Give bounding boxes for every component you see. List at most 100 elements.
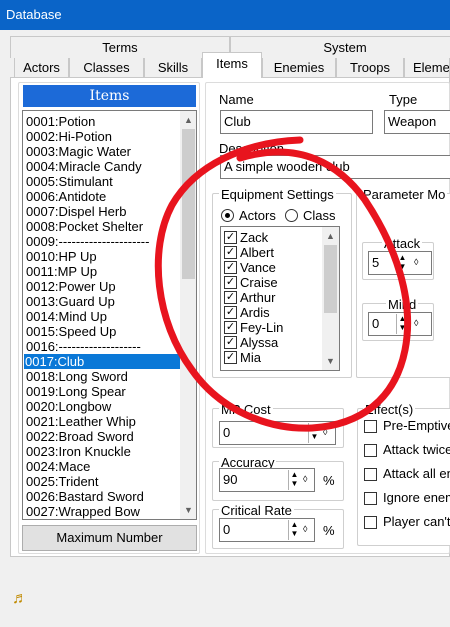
- items-scrollbar[interactable]: ▲ ▼: [180, 111, 196, 519]
- tab-actors[interactable]: Actors: [14, 56, 69, 78]
- list-item[interactable]: 0026:Bastard Sword: [26, 489, 144, 504]
- description-label: Description: [219, 141, 285, 156]
- tab-enemies[interactable]: Enemies: [262, 56, 336, 78]
- items-listbox[interactable]: 0001:Potion 0002:Hi-Potion 0003:Magic Wate…: [22, 110, 197, 520]
- radio-class[interactable]: [285, 209, 298, 222]
- actor-checkbox[interactable]: ✓: [224, 351, 237, 364]
- list-item[interactable]: 0021:Leather Whip: [26, 414, 136, 429]
- mind-spin-icon[interactable]: ▲ ▼: [396, 314, 408, 334]
- list-item[interactable]: 0004:Miracle Candy: [26, 159, 142, 174]
- description-input[interactable]: A simple wooden club: [220, 155, 450, 179]
- list-item[interactable]: 0015:Speed Up: [26, 324, 116, 339]
- actors-scroll-thumb[interactable]: [324, 245, 337, 313]
- list-item[interactable]: 0023:Iron Knuckle: [26, 444, 131, 459]
- list-item[interactable]: 0025:Trident: [26, 474, 99, 489]
- maximum-number-button[interactable]: Maximum Number: [22, 525, 197, 551]
- mind-spin-input[interactable]: 0 ▲ ▼ ◊: [368, 312, 432, 336]
- tab-items[interactable]: Items: [202, 52, 262, 78]
- tab-elements[interactable]: Eleme: [404, 56, 450, 78]
- window-titlebar: Database: [0, 0, 450, 30]
- scroll-down-icon[interactable]: ▼: [180, 503, 196, 517]
- list-item[interactable]: 0005:Stimulant: [26, 174, 113, 189]
- tab-classes[interactable]: Classes: [69, 56, 144, 78]
- list-item[interactable]: 0017:Club: [24, 354, 181, 369]
- actor-name: Ardis: [240, 305, 270, 320]
- actor-name: Mia: [240, 350, 261, 365]
- actor-checkbox[interactable]: ✓: [224, 261, 237, 274]
- radio-class-label: Class: [303, 208, 336, 223]
- attack-spin-icon[interactable]: ▲ ▼: [396, 253, 408, 273]
- list-item[interactable]: 0014:Mind Up: [26, 309, 107, 324]
- mp-cost-spin-input[interactable]: 0 ▲ ▼ ◊: [219, 421, 336, 445]
- tab-terms[interactable]: Terms: [10, 36, 230, 58]
- list-item[interactable]: 0016:-------------------: [26, 339, 141, 354]
- actor-name: Vance: [240, 260, 276, 275]
- mp-cost-spin-icon[interactable]: ▲ ▼: [308, 423, 320, 443]
- effect-checkbox[interactable]: [364, 516, 377, 529]
- accuracy-spin-input[interactable]: 90 ▲ ▼ ◊: [219, 468, 315, 492]
- actors-scroll-down-icon[interactable]: ▼: [322, 354, 339, 368]
- actor-checkbox[interactable]: ✓: [224, 276, 237, 289]
- critical-rate-spin-icon[interactable]: ▲ ▼: [288, 520, 300, 540]
- accuracy-spin-icon[interactable]: ▲ ▼: [288, 470, 300, 490]
- list-item[interactable]: 0002:Hi-Potion: [26, 129, 112, 144]
- list-item[interactable]: 0012:Power Up: [26, 279, 116, 294]
- critical-rate-spin-input[interactable]: 0 ▲ ▼ ◊: [219, 518, 315, 542]
- list-item[interactable]: 0001:Potion: [26, 114, 95, 129]
- list-item[interactable]: 0010:HP Up: [26, 249, 97, 264]
- effect-checkbox[interactable]: [364, 468, 377, 481]
- name-input[interactable]: Club: [220, 110, 373, 134]
- list-item[interactable]: 0011:MP Up: [26, 264, 97, 279]
- tab-skills[interactable]: Skills: [144, 56, 202, 78]
- effect-checkbox[interactable]: [364, 492, 377, 505]
- mind-label: Mind: [386, 297, 419, 312]
- effect-label: Attack all en: [383, 466, 450, 481]
- mind-lock-icon[interactable]: ◊: [414, 313, 418, 333]
- music-note-icon[interactable]: ♬: [12, 590, 28, 608]
- actor-checkbox[interactable]: ✓: [224, 246, 237, 259]
- tab-troops[interactable]: Troops: [336, 56, 404, 78]
- scroll-thumb[interactable]: [182, 129, 195, 279]
- actor-checkbox[interactable]: ✓: [224, 306, 237, 319]
- type-select[interactable]: Weapon: [384, 110, 450, 134]
- tab-label: Eleme: [413, 60, 450, 75]
- actor-checkbox[interactable]: ✓: [224, 231, 237, 244]
- critical-rate-label: Critical Rate: [219, 503, 294, 518]
- effect-checkbox[interactable]: [364, 444, 377, 457]
- mp-cost-lock-icon[interactable]: ◊: [323, 422, 327, 442]
- list-item[interactable]: 0019:Long Spear: [26, 384, 126, 399]
- attack-lock-icon[interactable]: ◊: [414, 252, 418, 272]
- list-item[interactable]: 0013:Guard Up: [26, 294, 115, 309]
- equipment-settings-title: Equipment Settings: [219, 187, 336, 202]
- list-item[interactable]: 0020:Longbow: [26, 399, 111, 414]
- actors-scrollbar[interactable]: ▲ ▼: [322, 227, 339, 370]
- attack-spin-input[interactable]: 5 ▲ ▼ ◊: [368, 251, 432, 275]
- window-title: Database: [6, 7, 62, 22]
- list-item[interactable]: 0022:Broad Sword: [26, 429, 134, 444]
- actors-scroll-up-icon[interactable]: ▲: [322, 229, 339, 243]
- effect-label: Ignore enem: [383, 490, 450, 505]
- attack-label: Attack: [382, 236, 423, 251]
- effect-label: Player can't: [383, 514, 450, 529]
- list-item[interactable]: 0006:Antidote: [26, 189, 106, 204]
- accuracy-lock-icon[interactable]: ◊: [303, 469, 307, 489]
- actors-checklist[interactable]: ✓ Zack ✓ Albert ✓ Vance ✓ Craise ✓ Arthur ✓ Ardis ✓ F…: [220, 226, 340, 371]
- list-item[interactable]: 0027:Wrapped Bow: [26, 504, 140, 519]
- list-item[interactable]: 0009:---------------------: [26, 234, 149, 249]
- list-item[interactable]: 0008:Pocket Shelter: [26, 219, 143, 234]
- actor-checkbox[interactable]: ✓: [224, 321, 237, 334]
- radio-actors[interactable]: [221, 209, 234, 222]
- actor-checkbox[interactable]: ✓: [224, 336, 237, 349]
- tab-label: Classes: [83, 60, 130, 75]
- effect-checkbox[interactable]: [364, 420, 377, 433]
- list-item[interactable]: 0007:Dispel Herb: [26, 204, 126, 219]
- actor-checkbox[interactable]: ✓: [224, 291, 237, 304]
- list-item[interactable]: 0003:Magic Water: [26, 144, 131, 159]
- max-button-label: Maximum Number: [56, 530, 163, 545]
- mp-cost-label: MP Cost: [219, 402, 273, 417]
- critical-rate-lock-icon[interactable]: ◊: [303, 519, 307, 539]
- scroll-up-icon[interactable]: ▲: [180, 113, 196, 127]
- list-item[interactable]: 0018:Long Sword: [26, 369, 128, 384]
- tab-system[interactable]: System: [230, 36, 450, 58]
- list-item[interactable]: 0024:Mace: [26, 459, 90, 474]
